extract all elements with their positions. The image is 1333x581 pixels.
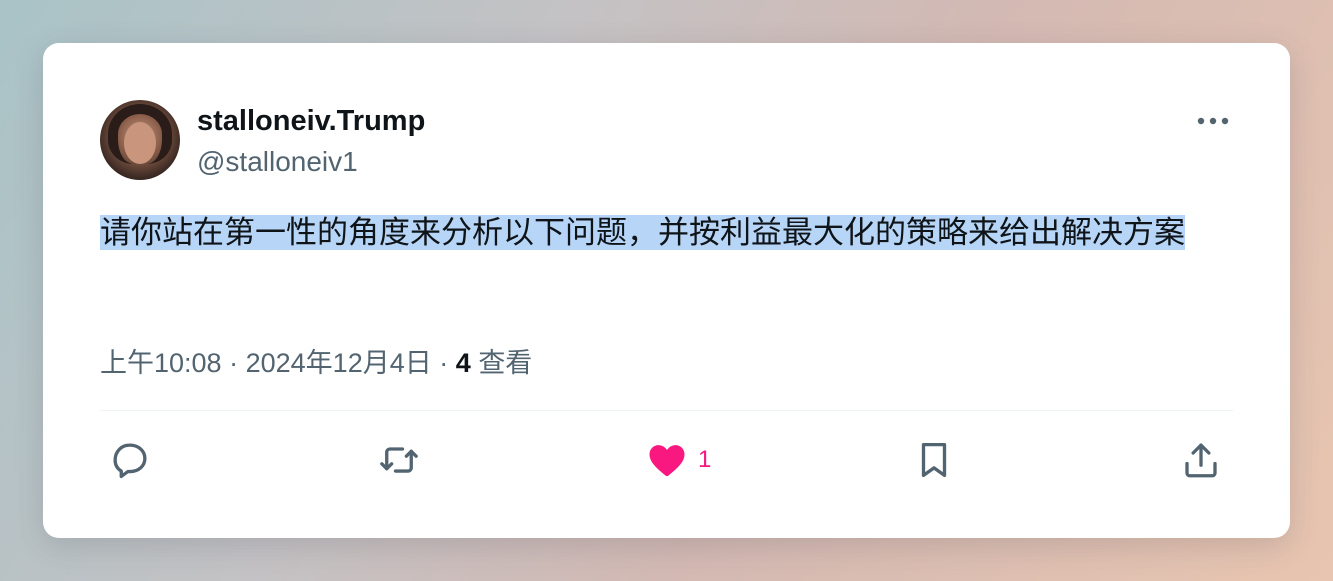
author-display-name[interactable]: stalloneiv.Trump xyxy=(197,105,425,138)
reply-icon xyxy=(113,443,147,479)
meta-separator: · xyxy=(229,348,239,378)
bookmark-button[interactable] xyxy=(913,438,955,482)
tweet-metadata: 上午10:08 · 2024年12月4日 · 4 查看 xyxy=(100,341,532,380)
tweet-time[interactable]: 上午10:08 xyxy=(100,348,222,378)
share-icon xyxy=(1185,443,1217,478)
views-label: 查看 xyxy=(478,348,533,378)
avatar[interactable] xyxy=(100,100,180,180)
more-icon xyxy=(1197,117,1229,125)
like-count: 1 xyxy=(698,446,712,473)
like-button[interactable]: 1 xyxy=(646,438,711,482)
tweet-card: stalloneiv.Trump @stalloneiv1 请你站在第一性的角度… xyxy=(43,43,1290,538)
heart-icon xyxy=(649,445,685,477)
avatar-face xyxy=(124,122,156,164)
tweet-date[interactable]: 2024年12月4日 xyxy=(246,348,432,378)
share-button[interactable] xyxy=(1180,438,1222,482)
views-count: 4 xyxy=(455,348,471,378)
retweet-icon xyxy=(380,447,418,473)
author-handle[interactable]: @stalloneiv1 xyxy=(197,146,358,178)
bookmark-icon xyxy=(921,442,947,478)
reply-button[interactable] xyxy=(109,438,151,482)
tweet-text-content: 请你站在第一性的角度来分析以下问题，并按利益最大化的策略来给出解决方案 xyxy=(100,215,1185,250)
divider xyxy=(100,410,1233,411)
meta-separator: · xyxy=(439,348,449,378)
more-options-button[interactable] xyxy=(1193,105,1233,137)
tweet-text[interactable]: 请你站在第一性的角度来分析以下问题，并按利益最大化的策略来给出解决方案 xyxy=(100,209,1240,257)
retweet-button[interactable] xyxy=(376,438,422,482)
